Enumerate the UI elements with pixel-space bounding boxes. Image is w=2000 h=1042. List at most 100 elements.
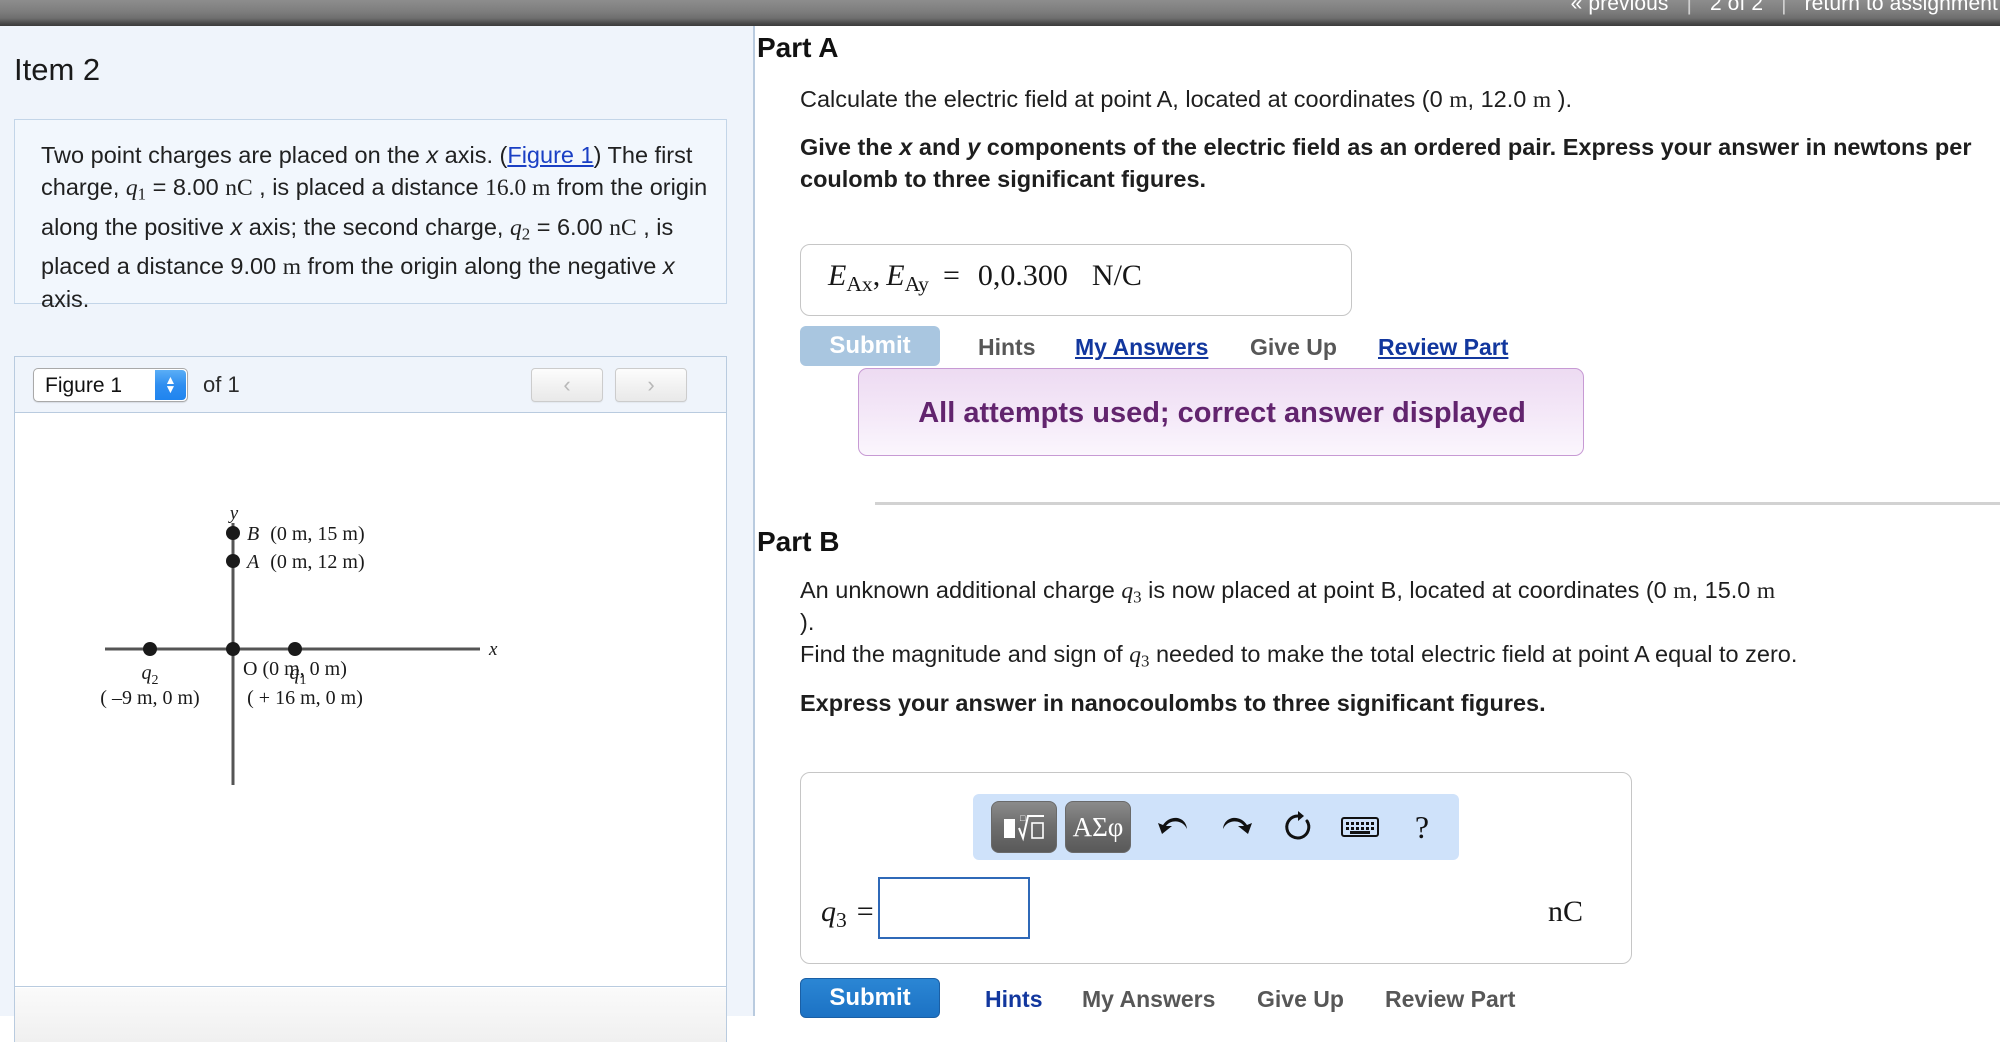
part-b-instruction: Express your answer in nanocoulombs to t… bbox=[800, 690, 1546, 716]
stmt-seg-2: axis. ( bbox=[438, 142, 508, 168]
next-figure-button[interactable]: › bbox=[615, 368, 687, 402]
help-button[interactable]: ? bbox=[1399, 804, 1445, 850]
figure-select-dropdown[interactable]: Figure 1 ▲ ▼ bbox=[33, 368, 188, 402]
pb-seg2: is now placed at point B, located at coo… bbox=[1141, 577, 1674, 603]
q3-symbol-2: q bbox=[1129, 642, 1141, 668]
part-b-give-up-link[interactable]: Give Up bbox=[1257, 986, 1344, 1013]
stmt-x-axis-1: x bbox=[426, 142, 439, 168]
part-b-answer-input[interactable] bbox=[878, 877, 1030, 939]
stmt-seg-1: Two point charges are placed on the bbox=[41, 142, 427, 168]
undo-button[interactable] bbox=[1151, 804, 1197, 850]
part-a-review-part-link[interactable]: Review Part bbox=[1378, 334, 1508, 361]
part-b-prompt-3: Find the magnitude and sign of q3 needed… bbox=[800, 638, 1990, 678]
part-a-answer-box: EAx, EAy = 0,0.300 N/C bbox=[800, 244, 1352, 316]
figure-1-link[interactable]: Figure 1 bbox=[507, 142, 593, 168]
keyboard-button[interactable] bbox=[1337, 804, 1383, 850]
part-b-answer-box: □ ΑΣφ ? q3 = nC bbox=[800, 772, 1632, 964]
part-b-answer-unit: nC bbox=[1548, 895, 1584, 928]
part-b-prompt-1: An unknown additional charge q3 is now p… bbox=[800, 574, 1990, 614]
q1-symbol: q bbox=[125, 175, 138, 201]
chevron-updown-icon[interactable]: ▲ ▼ bbox=[155, 370, 186, 400]
math-template-button[interactable]: □ bbox=[991, 801, 1057, 853]
q2-text: q2 bbox=[142, 662, 159, 688]
q3-equals: = bbox=[856, 895, 874, 928]
instr-x: x bbox=[899, 134, 913, 160]
stmt-seg-11: = 6.00 bbox=[530, 213, 610, 240]
redo-icon bbox=[1223, 817, 1252, 834]
part-b-actions: Submit Hints My Answers Give Up Review P… bbox=[800, 978, 1515, 1018]
return-to-assignment-link[interactable]: return to assignment bbox=[1803, 0, 2000, 15]
pb-seg5: needed to make the total electric field … bbox=[1149, 641, 1798, 667]
keyboard-icon bbox=[1341, 817, 1379, 837]
part-b-hints-link[interactable]: Hints bbox=[985, 986, 1043, 1013]
part-a-answer-value: 0,0.300 bbox=[977, 259, 1068, 292]
previous-figure-button[interactable]: ‹ bbox=[531, 368, 603, 402]
part-b-prompt-2: ). bbox=[800, 609, 815, 635]
m-unit-1: m bbox=[532, 175, 551, 201]
stmt-seg-10: second charge, bbox=[342, 213, 510, 240]
math-greek-button[interactable]: ΑΣφ bbox=[1065, 801, 1131, 853]
nC-unit-1: nC bbox=[225, 175, 253, 201]
problem-sidebar: Item 2 Two point charges are placed on t… bbox=[0, 26, 755, 1042]
E-ay-subscript: Ay bbox=[904, 272, 929, 297]
part-a-prompt-seg1: Calculate the electric field at point A,… bbox=[800, 86, 1450, 112]
part-a-actions: Submit Hints My Answers Give Up Review P… bbox=[800, 326, 1508, 366]
stmt-seg-13: from the origin along the negative bbox=[301, 253, 663, 280]
point-a-text: A (0 m, 12 m) bbox=[245, 551, 365, 573]
part-a-hints-link[interactable]: Hints bbox=[978, 334, 1036, 361]
stmt-seg-9: axis; the bbox=[242, 213, 337, 240]
reset-button[interactable] bbox=[1275, 804, 1321, 850]
pb-seg3: , 15.0 bbox=[1691, 577, 1757, 603]
E-symbol-1: E bbox=[828, 259, 847, 292]
q3-label-subscript: 3 bbox=[836, 908, 847, 933]
section-divider bbox=[875, 502, 2000, 505]
stmt-seg-3: ) bbox=[593, 142, 602, 168]
part-a-prompt: Calculate the electric field at point A,… bbox=[800, 83, 1980, 116]
part-b-heading: Part B bbox=[757, 526, 840, 557]
undo-icon bbox=[1158, 817, 1187, 834]
nav-separator-2: | bbox=[1781, 0, 1787, 15]
axis-x-label: x bbox=[488, 639, 498, 660]
pb-seg4: Find the magnitude and sign of bbox=[800, 641, 1130, 667]
part-a-m-unit-2: m bbox=[1532, 87, 1552, 113]
stmt-seg-14: axis. bbox=[41, 286, 90, 313]
part-a-prompt-seg3: ). bbox=[1551, 86, 1573, 112]
figure-panel: Figure 1 ▲ ▼ of 1 ‹ › y x B (0 m, 15 m) … bbox=[14, 356, 727, 1042]
svg-text:□: □ bbox=[1020, 813, 1026, 823]
instr-seg3: components of the electric field as an o… bbox=[980, 134, 1800, 160]
redo-button[interactable] bbox=[1213, 804, 1259, 850]
part-a-answer-expression: EAx, EAy = 0,0.300 N/C bbox=[828, 259, 1142, 297]
part-b-my-answers-link[interactable]: My Answers bbox=[1082, 986, 1215, 1013]
stmt-seg-7: 16.0 bbox=[485, 175, 533, 201]
part-a-alert-box: All attempts used; correct answer displa… bbox=[858, 368, 1584, 456]
q3-subscript-1: 3 bbox=[1133, 587, 1142, 607]
stmt-x-axis-3: x bbox=[662, 253, 675, 280]
nav-separator-1: | bbox=[1686, 0, 1693, 15]
part-a-give-up-link[interactable]: Give Up bbox=[1250, 334, 1337, 361]
figure-image[interactable]: y x B (0 m, 15 m) A (0 m, 12 m) O (0 m, … bbox=[15, 413, 726, 987]
previous-link[interactable]: « previous bbox=[1569, 0, 1671, 15]
page-title: Item 2 bbox=[14, 52, 101, 87]
problem-statement-box: Two point charges are placed on the x ax… bbox=[14, 119, 727, 312]
q3-label-symbol: q bbox=[821, 895, 836, 928]
part-b-review-part-link[interactable]: Review Part bbox=[1385, 986, 1515, 1013]
stmt-seg-6: , is placed a distance bbox=[252, 174, 479, 200]
question-content: Part A Calculate the electric field at p… bbox=[757, 26, 2000, 1018]
point-b-text: B (0 m, 15 m) bbox=[247, 523, 365, 545]
q1-subscript: 1 bbox=[137, 184, 147, 204]
stmt-seg-5: = 8.00 bbox=[146, 174, 226, 200]
coordinate-diagram-svg: y x B (0 m, 15 m) A (0 m, 12 m) O (0 m, … bbox=[100, 503, 498, 785]
part-b-submit-button[interactable]: Submit bbox=[800, 978, 940, 1018]
figure-footer-bar bbox=[15, 988, 726, 1042]
template-root-icon: □ bbox=[1004, 813, 1044, 842]
pb-seg1: An unknown additional charge bbox=[800, 577, 1122, 603]
part-a-submit-button[interactable]: Submit bbox=[800, 326, 940, 366]
reset-icon bbox=[1285, 811, 1311, 840]
E-ax-subscript: Ax bbox=[846, 272, 873, 297]
q2-coords-text: ( –9 m, 0 m) bbox=[100, 687, 199, 709]
pb-m-unit-2: m bbox=[1756, 578, 1776, 604]
q3-symbol-1: q bbox=[1121, 578, 1134, 604]
part-a-my-answers-link[interactable]: My Answers bbox=[1075, 334, 1208, 361]
axis-y-label: y bbox=[228, 503, 239, 524]
page-indicator: 2 of 2 bbox=[1709, 0, 1764, 15]
